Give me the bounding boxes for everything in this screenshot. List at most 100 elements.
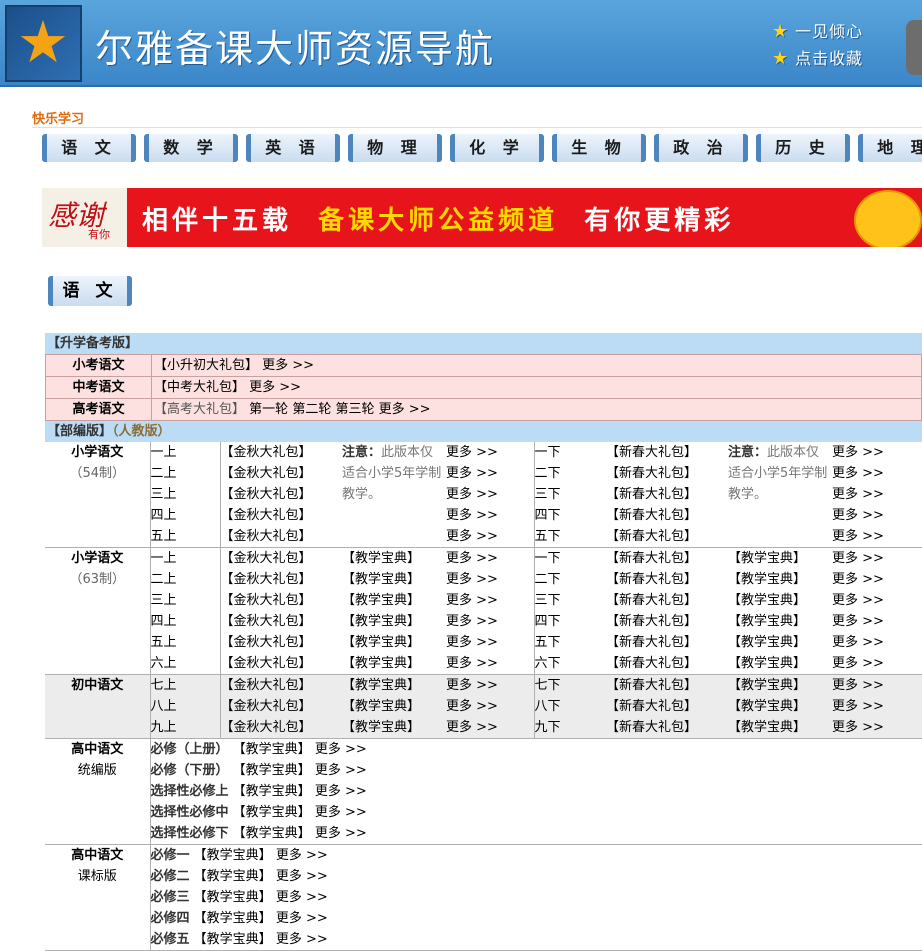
grade-term[interactable]: 八上 (150, 696, 221, 717)
resource-link[interactable]: 【教学宝典】 (342, 632, 446, 653)
more-link[interactable]: 更多 >> (446, 442, 535, 463)
more-link[interactable]: 更多 >> (446, 611, 535, 632)
resource-link[interactable]: 第一轮 (249, 402, 288, 417)
more-link[interactable]: 更多 >> (832, 463, 922, 484)
resource-link[interactable]: 【新春大礼包】 (606, 590, 728, 611)
grade-term[interactable]: 一下 (534, 548, 606, 569)
resource-link[interactable]: 【教学宝典】 (342, 548, 446, 569)
resource-link[interactable]: 【高考大礼包】 (154, 402, 245, 417)
resource-link[interactable]: 【教学宝典】 (342, 675, 446, 696)
resource-link[interactable]: 【新春大礼包】 (606, 569, 728, 590)
resource-link[interactable]: 【教学宝典】 (194, 911, 272, 926)
grade-term[interactable]: 四上 (150, 611, 221, 632)
resource-link[interactable]: 【金秋大礼包】 (220, 463, 342, 484)
resource-link[interactable]: 【教学宝典】 (342, 569, 446, 590)
grade-term[interactable]: 四上 (150, 505, 221, 526)
resource-link[interactable]: 【教学宝典】 (194, 932, 272, 947)
more-link[interactable]: 更多 >> (832, 675, 922, 696)
resource-link[interactable]: 【新春大礼包】 (606, 463, 728, 484)
volume-name[interactable]: 必修一 (151, 848, 190, 863)
subject-header[interactable]: 语 文 (48, 276, 132, 306)
grade-term[interactable]: 五下 (534, 632, 606, 653)
more-link[interactable]: 更多 >> (832, 696, 922, 717)
more-link[interactable]: 更多 >> (832, 717, 922, 739)
tab-subject[interactable]: 化 学 (450, 134, 544, 162)
resource-link[interactable]: 第二轮 (292, 402, 331, 417)
tab-subject[interactable]: 政 治 (654, 134, 748, 162)
grade-term[interactable]: 一上 (150, 548, 221, 569)
resource-link[interactable]: 【新春大礼包】 (606, 611, 728, 632)
resource-link[interactable]: 更多 >> (379, 402, 431, 417)
more-link[interactable]: 更多 >> (832, 526, 922, 548)
resource-link[interactable]: 【教学宝典】 (728, 696, 832, 717)
resource-link[interactable]: 【新春大礼包】 (606, 484, 728, 505)
grade-term[interactable]: 八下 (534, 696, 606, 717)
resource-link[interactable]: 【教学宝典】 (728, 653, 832, 675)
tab-subject[interactable]: 数 学 (144, 134, 238, 162)
volume-name[interactable]: 必修（上册） (151, 742, 229, 757)
resource-link[interactable]: 【中考大礼包】 (154, 380, 245, 395)
resource-link[interactable]: 【新春大礼包】 (606, 717, 728, 739)
resource-link[interactable]: 【金秋大礼包】 (220, 696, 342, 717)
more-link[interactable]: 更多 >> (446, 675, 535, 696)
tab-subject[interactable]: 语 文 (42, 134, 136, 162)
grade-term[interactable]: 三上 (150, 484, 221, 505)
more-link[interactable]: 更多 >> (276, 932, 328, 947)
more-link[interactable]: 更多 >> (446, 548, 535, 569)
more-link[interactable]: 更多 >> (446, 632, 535, 653)
resource-link[interactable]: 【新春大礼包】 (606, 442, 728, 463)
grade-term[interactable]: 七下 (534, 675, 606, 696)
resource-link[interactable]: 【教学宝典】 (194, 869, 272, 884)
resource-link[interactable]: 第三轮 (335, 402, 374, 417)
resource-link[interactable]: 【教学宝典】 (728, 590, 832, 611)
resource-link[interactable]: 【教学宝典】 (233, 763, 311, 778)
resource-link[interactable]: 【新春大礼包】 (606, 675, 728, 696)
more-link[interactable]: 更多 >> (832, 442, 922, 463)
resource-link[interactable]: 【金秋大礼包】 (220, 632, 342, 653)
resource-link[interactable]: 【教学宝典】 (342, 696, 446, 717)
more-link[interactable]: 更多 >> (446, 569, 535, 590)
resource-link[interactable]: 【小升初大礼包】 (154, 358, 258, 373)
more-link[interactable]: 更多 >> (276, 869, 328, 884)
grade-term[interactable]: 二下 (534, 463, 606, 484)
resource-link[interactable]: 【教学宝典】 (342, 717, 446, 739)
more-link[interactable]: 更多 >> (446, 463, 535, 484)
tab-subject[interactable]: 物 理 (348, 134, 442, 162)
resource-link[interactable]: 【新春大礼包】 (606, 548, 728, 569)
more-link[interactable]: 更多 >> (832, 548, 922, 569)
grade-term[interactable]: 六上 (150, 653, 221, 675)
grade-term[interactable]: 二上 (150, 569, 221, 590)
resource-link[interactable]: 【教学宝典】 (194, 890, 272, 905)
resource-link[interactable]: 【金秋大礼包】 (220, 611, 342, 632)
resource-link[interactable]: 更多 >> (249, 380, 301, 395)
more-link[interactable]: 更多 >> (832, 611, 922, 632)
resource-link[interactable]: 【金秋大礼包】 (220, 526, 342, 548)
more-link[interactable]: 更多 >> (832, 505, 922, 526)
resource-link[interactable]: 【金秋大礼包】 (220, 505, 342, 526)
resource-link[interactable]: 【新春大礼包】 (606, 526, 728, 548)
more-link[interactable]: 更多 >> (446, 505, 535, 526)
volume-name[interactable]: 必修五 (151, 932, 190, 947)
resource-link[interactable]: 【新春大礼包】 (606, 505, 728, 526)
resource-link[interactable]: 【教学宝典】 (728, 611, 832, 632)
resource-link[interactable]: 【金秋大礼包】 (220, 653, 342, 675)
grade-term[interactable]: 三上 (150, 590, 221, 611)
resource-link[interactable]: 【教学宝典】 (233, 805, 311, 820)
grade-term[interactable]: 七上 (150, 675, 221, 696)
resource-link[interactable]: 【教学宝典】 (728, 717, 832, 739)
more-link[interactable]: 更多 >> (446, 717, 535, 739)
resource-link[interactable]: 【教学宝典】 (233, 784, 311, 799)
tab-subject[interactable]: 英 语 (246, 134, 340, 162)
grade-term[interactable]: 六下 (534, 653, 606, 675)
bookmark-link[interactable]: ★ 点击收藏 (772, 45, 863, 69)
more-link[interactable]: 更多 >> (276, 890, 328, 905)
resource-link[interactable]: 【新春大礼包】 (606, 653, 728, 675)
tab-subject[interactable]: 地 理 (858, 134, 922, 162)
resource-link[interactable]: 【教学宝典】 (342, 590, 446, 611)
more-link[interactable]: 更多 >> (315, 805, 367, 820)
grade-term[interactable]: 三下 (534, 484, 606, 505)
more-link[interactable]: 更多 >> (315, 763, 367, 778)
grade-term[interactable]: 九上 (150, 717, 221, 739)
grade-term[interactable]: 一下 (534, 442, 606, 463)
more-link[interactable]: 更多 >> (832, 569, 922, 590)
